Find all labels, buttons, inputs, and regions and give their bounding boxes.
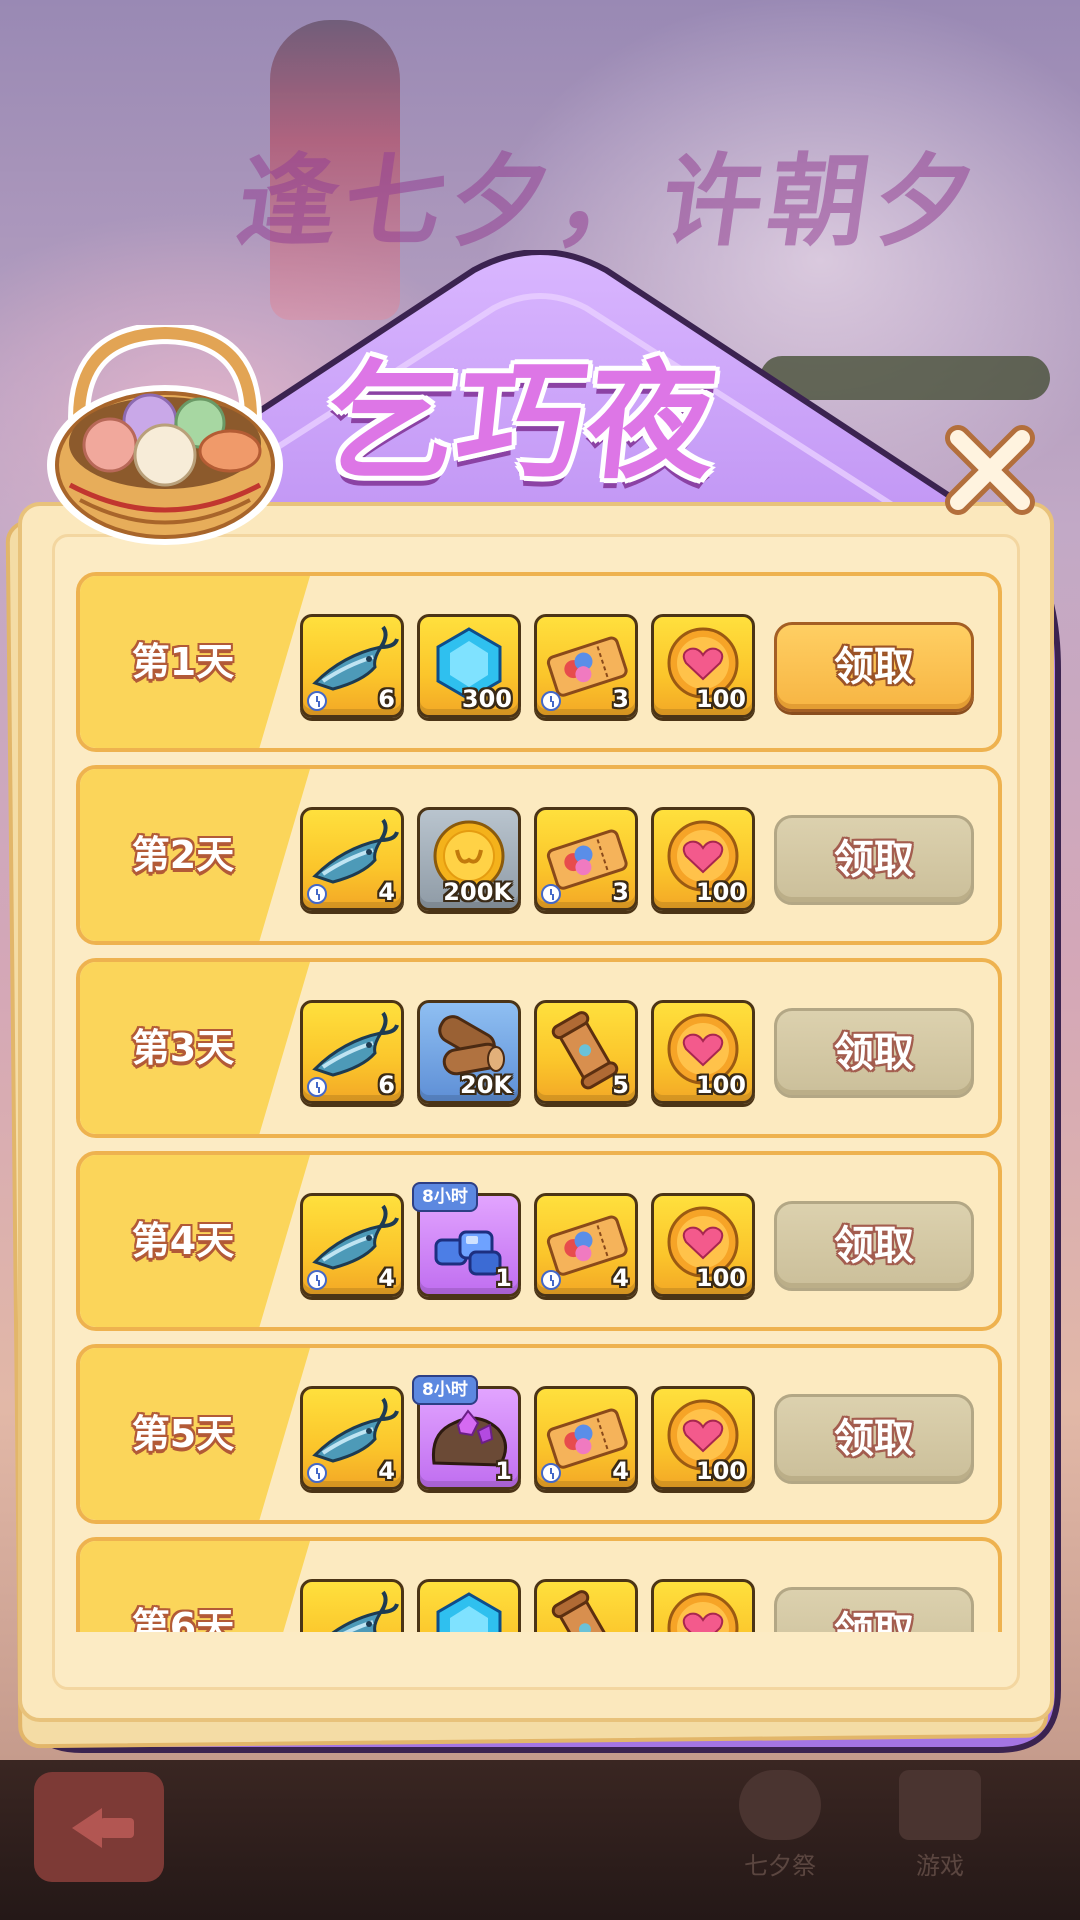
claim-button[interactable]: 领取 — [774, 1008, 974, 1098]
item-quantity: 3 — [612, 878, 629, 906]
dialog-title: 乞巧夜 — [319, 348, 726, 497]
bear-icon — [739, 1770, 821, 1840]
item-quantity: 20K — [460, 1071, 512, 1099]
reward-row: 第1天 6 300 3 100 领取 — [76, 572, 1002, 752]
item-quantity: 6 — [378, 685, 395, 713]
day-label: 第5天 — [131, 1412, 235, 1456]
item-quantity: 4 — [612, 1457, 629, 1485]
clock-icon — [307, 884, 327, 904]
reward-item[interactable]: 100 — [651, 1193, 755, 1297]
reward-item[interactable] — [300, 1579, 404, 1632]
bottom-nav-game[interactable]: 游戏 — [875, 1760, 1005, 1880]
item-quantity: 100 — [695, 685, 746, 713]
day-label: 第2天 — [131, 833, 235, 877]
reward-row: 第4天 4 8小时 1 4 100 领取 — [76, 1151, 1002, 1331]
clock-icon — [541, 691, 561, 711]
game-icon — [899, 1770, 981, 1840]
day-label: 第4天 — [131, 1219, 235, 1263]
item-quantity: 5 — [612, 1071, 629, 1099]
reward-item[interactable]: 8小时 1 — [412, 1182, 521, 1297]
reward-item[interactable]: 100 — [651, 1386, 755, 1490]
claim-button[interactable]: 领取 — [774, 815, 974, 905]
item-quantity: 4 — [378, 878, 395, 906]
reward-item[interactable]: 6 — [300, 614, 404, 718]
item-quantity: 100 — [695, 878, 746, 906]
item-quantity: 300 — [461, 685, 512, 713]
item-quantity: 4 — [612, 1264, 629, 1292]
claim-button[interactable]: 领取 — [774, 622, 974, 712]
reward-row: 第6天 领取 — [76, 1537, 1002, 1632]
clock-icon — [307, 691, 327, 711]
item-quantity: 3 — [612, 685, 629, 713]
day-label: 第6天 — [131, 1605, 235, 1632]
background-banner-text: 逢七夕，许朝夕 — [230, 142, 990, 260]
reward-item[interactable]: 4 — [300, 807, 404, 911]
mooncake-basket-icon — [40, 321, 290, 550]
claim-button[interactable]: 领取 — [774, 1394, 974, 1484]
reward-item[interactable] — [651, 1579, 755, 1632]
day-label: 第3天 — [131, 1026, 235, 1070]
item-quantity: 100 — [695, 1264, 746, 1292]
reward-item[interactable]: 100 — [651, 614, 755, 718]
reward-row: 第2天 4 200K 3 100 领取 — [76, 765, 1002, 945]
reward-item[interactable]: 4 — [300, 1193, 404, 1297]
item-quantity: 1 — [495, 1264, 512, 1292]
item-quantity: 4 — [378, 1264, 395, 1292]
clock-icon — [541, 1270, 561, 1290]
reward-item[interactable]: 5 — [534, 1000, 638, 1104]
close-button[interactable] — [940, 420, 1040, 520]
back-arrow-icon — [72, 1808, 102, 1848]
reward-row: 第5天 4 8小时 1 4 100 领取 — [76, 1344, 1002, 1524]
duration-tag: 8小时 — [412, 1182, 478, 1212]
reward-item[interactable]: 3 — [534, 614, 638, 718]
clock-icon — [307, 1463, 327, 1483]
day-label: 第1天 — [131, 640, 235, 684]
reward-item[interactable]: 8小时 1 — [412, 1375, 521, 1490]
reward-item[interactable]: 4 — [300, 1386, 404, 1490]
reward-item[interactable]: 3 — [534, 807, 638, 911]
item-quantity: 6 — [378, 1071, 395, 1099]
claim-button[interactable]: 领取 — [774, 1201, 974, 1291]
clock-icon — [307, 1270, 327, 1290]
reward-item[interactable] — [534, 1579, 638, 1632]
reward-item[interactable]: 100 — [651, 807, 755, 911]
item-quantity: 1 — [495, 1457, 512, 1485]
bottom-nav-label: 游戏 — [916, 1852, 964, 1880]
reward-item[interactable]: 4 — [534, 1386, 638, 1490]
duration-tag: 8小时 — [412, 1375, 478, 1405]
reward-row: 第3天 6 20K 5 100 领取 — [76, 958, 1002, 1138]
bottom-nav-qixi[interactable]: 七夕祭 — [715, 1760, 845, 1880]
reward-item[interactable]: 100 — [651, 1000, 755, 1104]
item-quantity: 4 — [378, 1457, 395, 1485]
bottom-nav-label: 七夕祭 — [744, 1852, 816, 1880]
clock-icon — [541, 1463, 561, 1483]
reward-item[interactable]: 300 — [417, 614, 521, 718]
item-quantity: 100 — [695, 1071, 746, 1099]
item-quantity: 100 — [695, 1457, 746, 1485]
reward-item[interactable]: 6 — [300, 1000, 404, 1104]
claim-button[interactable]: 领取 — [774, 1587, 974, 1632]
reward-item[interactable]: 20K — [417, 1000, 521, 1104]
item-quantity: 200K — [443, 878, 512, 906]
clock-icon — [307, 1077, 327, 1097]
reward-item[interactable]: 4 — [534, 1193, 638, 1297]
reward-list[interactable]: 第1天 6 300 3 100 领取 第2天 4 200K 3 100 领取 第… — [60, 572, 1006, 1632]
close-x-icon — [945, 425, 1035, 515]
back-button[interactable] — [34, 1772, 164, 1882]
clock-icon — [541, 884, 561, 904]
reward-item[interactable]: 200K — [417, 807, 521, 911]
reward-item[interactable] — [417, 1579, 521, 1632]
